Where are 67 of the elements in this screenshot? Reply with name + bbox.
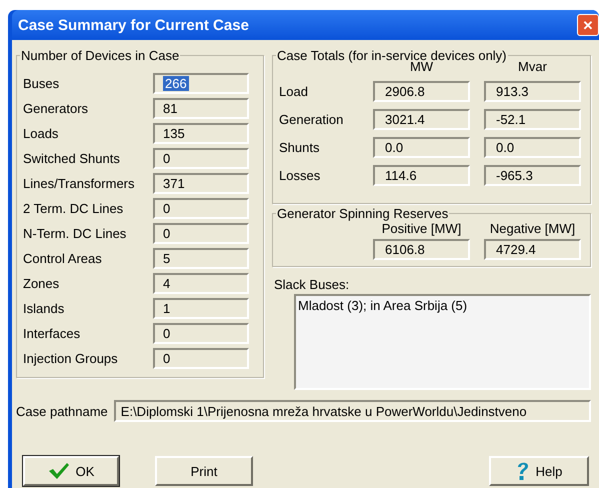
checkmark-icon	[48, 462, 70, 480]
field-label: Shunts	[279, 140, 320, 155]
field-value: 0	[163, 326, 170, 340]
field-label: Buses	[23, 76, 60, 90]
value-field: 0.0	[484, 137, 581, 158]
field-label: Generators	[23, 100, 90, 116]
slack-buses-list[interactable]: Mladost (3); in Area Srbija (5)	[294, 294, 591, 390]
value-field: -52.1	[484, 109, 581, 130]
value-field: 3021.4	[373, 109, 470, 130]
count-field[interactable]: 0	[153, 322, 249, 344]
field-value: 5	[163, 250, 170, 266]
column-header: Positive [MW]	[380, 221, 462, 236]
group-title: Number of Devices in Case	[20, 48, 180, 63]
field-label: Losses	[279, 168, 322, 183]
count-field[interactable]: 4	[153, 272, 249, 294]
field-label: 2 Term. DC Lines	[23, 200, 124, 216]
field-label: Switched Shunts	[23, 150, 121, 166]
field-value: 1	[163, 300, 170, 316]
field-value: 4	[163, 276, 170, 290]
value-field: 0.0	[373, 137, 470, 158]
list-item[interactable]: Mladost (3); in Area Srbija (5)	[298, 298, 468, 313]
field-label: N-Term. DC Lines	[23, 226, 128, 240]
count-field[interactable]: 371	[153, 172, 249, 194]
group-title: Generator Spinning Reserves	[276, 206, 450, 221]
field-label: Loads	[23, 126, 60, 140]
value-field: 6106.8	[373, 239, 470, 260]
close-button[interactable]: ✕	[577, 14, 599, 36]
count-field[interactable]: 1	[153, 298, 249, 318]
field-label: Islands	[23, 300, 66, 316]
field-label: Generation	[279, 112, 344, 127]
field-label: Zones	[23, 276, 60, 290]
count-field[interactable]: 0	[153, 198, 249, 218]
count-field[interactable]: 5	[153, 248, 249, 268]
value-field: 4729.4	[484, 239, 581, 260]
field-label: Case pathname	[16, 404, 108, 418]
field-value: 0	[163, 200, 170, 216]
value-field: 2906.8	[373, 81, 470, 102]
field-label: Control Areas	[23, 250, 103, 266]
field-value: 0	[163, 150, 170, 166]
count-field[interactable]: 266	[153, 72, 249, 94]
ok-button[interactable]: OK	[23, 456, 119, 486]
question-mark-icon	[516, 461, 530, 481]
count-field[interactable]: 135	[153, 122, 249, 144]
count-field[interactable]: 81	[153, 98, 249, 118]
field-value: 81	[163, 100, 178, 116]
field-label: Interfaces	[23, 326, 82, 340]
field-value: 371	[163, 176, 185, 190]
field-value: 0	[163, 226, 170, 240]
value-field: 114.6	[373, 165, 470, 186]
pathname-field[interactable]: E:\Diplomski 1\Prijenosna mreža hrvatske u PowerWorldu\Jedinstveno	[114, 400, 591, 422]
field-label: Injection Groups	[23, 350, 119, 366]
field-value: 0	[163, 350, 170, 366]
window-title: Case Summary for Current Case	[18, 16, 249, 34]
count-field[interactable]: 0	[153, 148, 249, 168]
value-field: 913.3	[484, 81, 581, 102]
field-value: 135	[163, 126, 185, 140]
value-field: -965.3	[484, 165, 581, 186]
print-button[interactable]: Print	[155, 456, 253, 486]
field-value: 266	[163, 76, 189, 90]
column-header: Mvar	[517, 59, 548, 74]
column-header: Negative [MW]	[488, 221, 576, 236]
field-label: Slack Buses:	[274, 277, 350, 292]
count-field[interactable]: 0	[153, 348, 249, 368]
help-button[interactable]: Help	[489, 456, 589, 486]
count-field[interactable]: 0	[153, 222, 249, 244]
field-label: Load	[279, 84, 309, 99]
field-label: Lines/Transformers	[23, 176, 136, 190]
